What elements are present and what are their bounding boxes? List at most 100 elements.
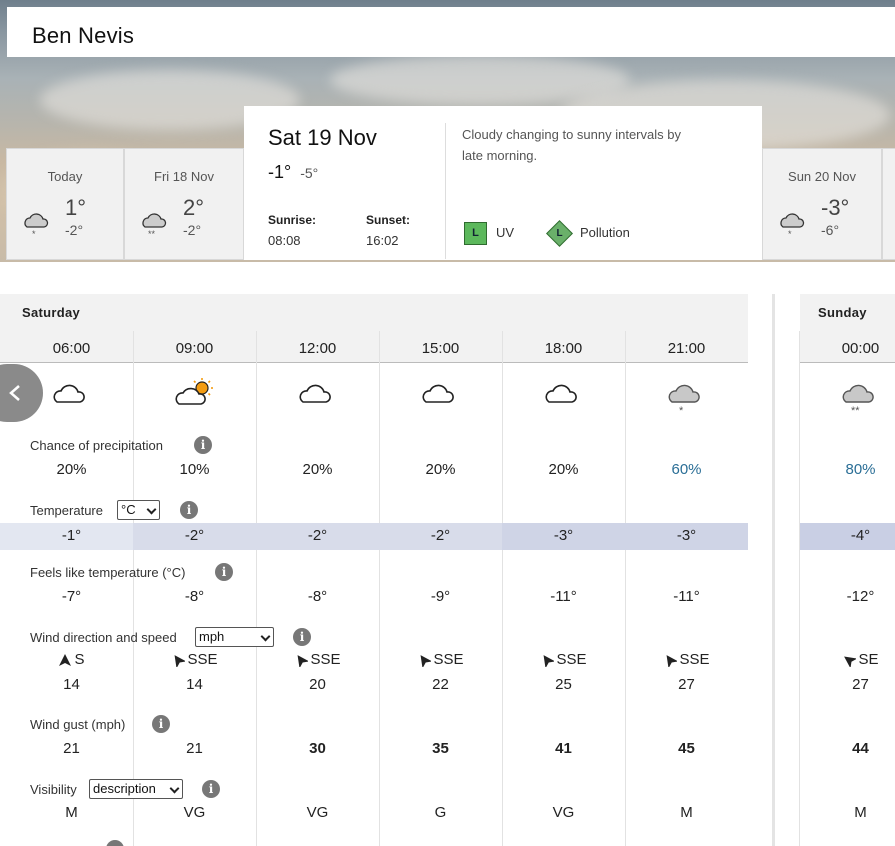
hour-label: 15:00 [421,340,460,357]
weather-summary: Cloudy changing to sunny intervals by la… [462,127,681,163]
day-card-low: -6° [821,222,840,238]
chevron-left-icon [9,385,20,401]
feels-value: -12° [846,588,875,605]
precip-value: 20% [302,461,333,478]
info-icon[interactable] [106,840,124,846]
uv-label[interactable]: UV [496,225,514,240]
wind-direction: SSE [379,651,502,668]
visibility-value: VG [306,804,329,821]
wind-direction-text: SSE [556,651,587,668]
location-title-bar: Ben Nevis [7,7,895,57]
wind-direction-text: SSE [187,651,218,668]
info-icon[interactable]: i [194,436,212,454]
selected-day-low: -5° [300,165,319,181]
cloud-snow-icon: ** [842,384,874,416]
info-icon[interactable]: i [293,628,311,646]
wind-unit-select[interactable]: mph [195,627,274,647]
visibility-mode-select[interactable]: description [89,779,183,799]
temperature-label: Temperature [30,503,103,518]
scroll-back-button[interactable] [0,364,43,422]
temp-value: -3° [553,527,574,544]
wind-arrow-icon [544,655,555,668]
info-icon[interactable]: i [215,563,233,581]
wind-speed: 27 [678,676,695,693]
pollution-label[interactable]: Pollution [580,225,630,240]
gust-value: 44 [852,740,869,757]
visibility-value: M [680,804,693,821]
wind-direction: SSE [133,651,256,668]
day-name-sunday: Sunday [818,305,867,320]
cloud-snow-icon: * [24,213,49,239]
wind-direction-text: S [74,651,85,668]
cloud-snow-icon: ** [142,213,167,239]
sunset-label: Sunset: [366,213,411,227]
wind-arrow-icon [667,655,678,668]
cloud-icon [422,384,454,403]
sunrise-label: Sunrise: [268,213,317,227]
visibility-value: G [434,804,447,821]
day-card-today[interactable]: Today * 1° -2° [6,148,124,260]
feels-value: -11° [673,588,700,605]
gust-value: 35 [432,740,449,757]
temp-value: -2° [430,527,451,544]
cloud-icon [53,384,85,403]
gust-value: 41 [555,740,572,757]
day-card-label: Fri 18 Nov [154,169,214,184]
precip-value: 60% [671,461,702,478]
cloud-icon [545,384,577,403]
precip-value: 20% [548,461,579,478]
wind-direction: SE [800,651,895,668]
temperature-unit-select[interactable]: °C [117,500,160,520]
gust-value: 45 [678,740,695,757]
wind-arrow-icon [421,655,432,668]
feels-value: -9° [430,588,451,605]
day-card-label: Sun 20 Nov [788,169,856,184]
info-icon[interactable]: i [152,715,170,733]
wind-direction-text: SE [858,651,879,668]
svg-text:**: ** [148,229,156,239]
hour-label: 06:00 [52,340,91,357]
sunrise-time: 08:08 [268,233,301,248]
day-card-fri[interactable]: Fri 18 Nov ** 2° -2° [124,148,244,260]
temperature-unit-value: °C [121,502,136,517]
svg-text:*: * [32,229,36,239]
gust-value: 21 [186,740,203,757]
wind-arrow-icon [844,656,857,668]
precip-value: 80% [845,461,876,478]
selected-day-card: Sat 19 Nov -1° -5° Sunrise: 08:08 Sunset… [244,106,762,260]
wind-speed: 20 [309,676,326,693]
wind-direction-text: SSE [433,651,464,668]
sunset-time: 16:02 [366,233,399,248]
cloud-snow-icon: * [780,213,805,239]
svg-text:*: * [788,229,792,239]
info-icon[interactable]: i [202,780,220,798]
precip-value: 10% [179,461,210,478]
wind-direction: SSE [502,651,625,668]
pollution-badge[interactable]: L [546,220,573,247]
location-name: Ben Nevis [32,23,135,48]
cloud-icon [299,384,331,403]
wind-arrow-icon [59,654,72,667]
wind-speed: 25 [555,676,572,693]
day-card-low: -2° [183,222,202,238]
card-divider [445,123,446,259]
svg-text:*: * [679,405,684,416]
info-icon[interactable]: i [180,501,198,519]
day-card-high: 1° [65,195,87,220]
day-card-high: -3° [821,195,850,220]
wind-arrow-icon [175,655,186,668]
day-separator [772,294,775,846]
visibility-value: VG [552,804,575,821]
selected-day-date: Sat 19 Nov [268,125,377,150]
temp-value: -3° [676,527,697,544]
uv-badge[interactable]: L [464,222,487,245]
cloud-snow-icon: * [668,384,700,416]
visibility-value: M [65,804,78,821]
day-card-label: Today [47,169,83,184]
day-card-sun[interactable]: Sun 20 Nov * -3° -6° [762,148,882,260]
feels-value: -8° [307,588,328,605]
wind-direction: SSE [625,651,748,668]
day-card-next[interactable] [882,148,895,260]
hour-label: 21:00 [667,340,706,357]
feels-like-label: Feels like temperature (°C) [30,565,186,580]
